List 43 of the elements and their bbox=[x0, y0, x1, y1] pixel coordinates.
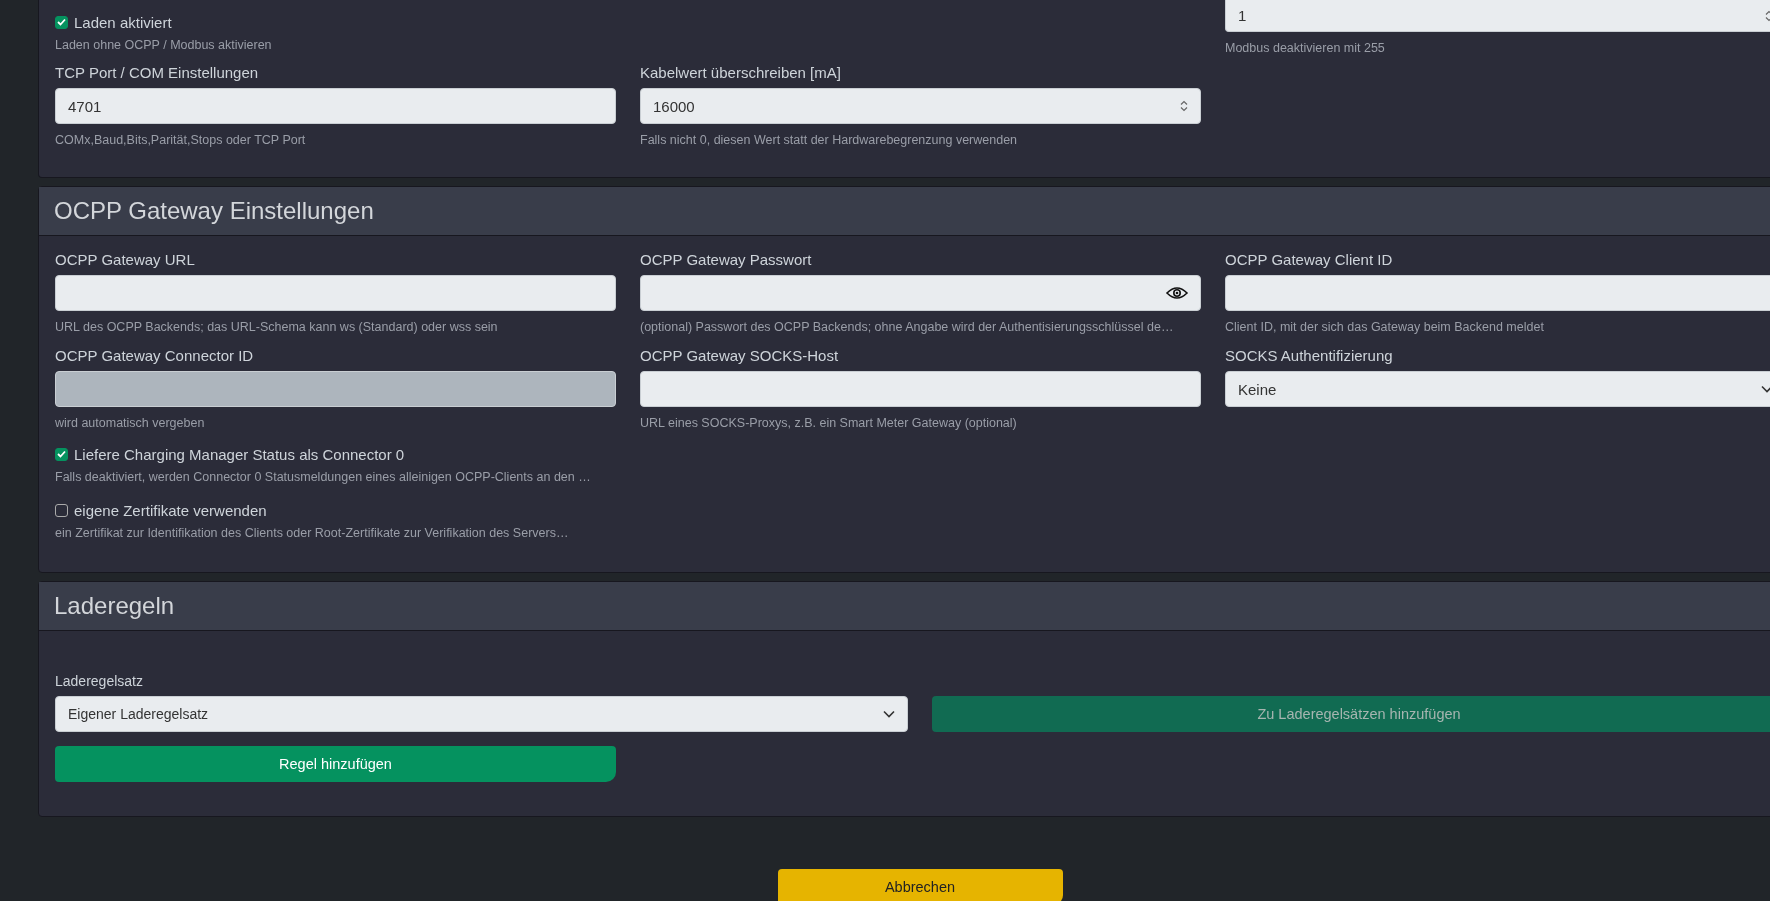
help-text: COMx,Baud,Bits,Parität,Stops oder TCP Port bbox=[55, 132, 306, 149]
input-field[interactable]: 16000 bbox=[640, 88, 1201, 124]
input-field[interactable] bbox=[640, 275, 1201, 311]
select-field[interactable]: Eigener Laderegelsatz bbox=[55, 696, 908, 732]
help-text: Falls nicht 0, diesen Wert statt der Hardwarebegrenzung verwenden bbox=[640, 132, 1018, 149]
input-field[interactable] bbox=[1225, 275, 1770, 311]
field-label: Kabelwert überschreiben [mA] bbox=[640, 63, 841, 83]
section-title: Laderegeln bbox=[39, 582, 1770, 631]
add-rule-button[interactable]: Regel hinzufügen bbox=[55, 746, 616, 782]
chevron-down-icon[interactable] bbox=[1761, 385, 1770, 393]
help-text: Client ID, mit der sich das Gateway beim Backend meldet bbox=[1225, 319, 1544, 336]
field-label: TCP Port / COM Einstellungen bbox=[55, 63, 259, 83]
field-label: Laderegelsatz bbox=[55, 672, 143, 691]
checkbox-label: Laden aktiviert bbox=[74, 13, 172, 31]
help-text: wird automatisch vergeben bbox=[55, 415, 205, 432]
help-text: ein Zertifikat zur Identifikation des Clients oder Root-Zertifikate zur Verifikation des Servers… bbox=[55, 525, 569, 542]
checkbox-label: Liefere Charging Manager Status als Connector 0 bbox=[74, 445, 405, 463]
help-text: Falls deaktiviert, werden Connector 0 Statusmeldungen eines alleinigen OCPP-Clients an den … bbox=[55, 469, 591, 486]
field-label: OCPP Gateway SOCKS-Host bbox=[640, 346, 839, 366]
eye-icon[interactable] bbox=[1166, 286, 1188, 300]
input-field[interactable]: 1 bbox=[1225, 0, 1770, 32]
input-field[interactable] bbox=[640, 371, 1201, 407]
help-text: (optional) Passwort des OCPP Backends; ohne Angabe wird der Authentisierungsschlüssel de… bbox=[640, 319, 1174, 336]
checkbox[interactable] bbox=[55, 15, 68, 29]
help-text: URL eines SOCKS-Proxys, z.B. ein Smart Meter Gateway (optional) bbox=[640, 415, 1017, 432]
cancel-button[interactable]: Abbrechen bbox=[777, 869, 1063, 901]
checkbox[interactable] bbox=[55, 447, 68, 461]
input-field[interactable]: 4701 bbox=[55, 88, 616, 124]
spinner-icon[interactable] bbox=[1180, 100, 1188, 112]
field-label: OCPP Gateway Passwort bbox=[640, 250, 812, 270]
checkbox[interactable] bbox=[55, 503, 68, 517]
help-text: URL des OCPP Backends; das URL-Schema kann ws (Standard) oder wss sein bbox=[55, 319, 498, 336]
field-label: OCPP Gateway URL bbox=[55, 250, 195, 270]
field-label: OCPP Gateway Client ID bbox=[1225, 250, 1393, 270]
input-field[interactable] bbox=[55, 275, 616, 311]
help-text: Modbus deaktivieren mit 255 bbox=[1225, 40, 1385, 57]
select-field[interactable]: Keine bbox=[1225, 371, 1770, 407]
chevron-down-icon[interactable] bbox=[883, 710, 895, 718]
section-title: OCPP Gateway Einstellungen bbox=[39, 187, 1770, 236]
help-text: Laden ohne OCPP / Modbus aktivieren bbox=[55, 37, 272, 54]
field-label: SOCKS Authentifizierung bbox=[1225, 346, 1393, 366]
field-label: OCPP Gateway Connector ID bbox=[55, 346, 254, 366]
checkbox-label: eigene Zertifikate verwenden bbox=[74, 501, 267, 519]
